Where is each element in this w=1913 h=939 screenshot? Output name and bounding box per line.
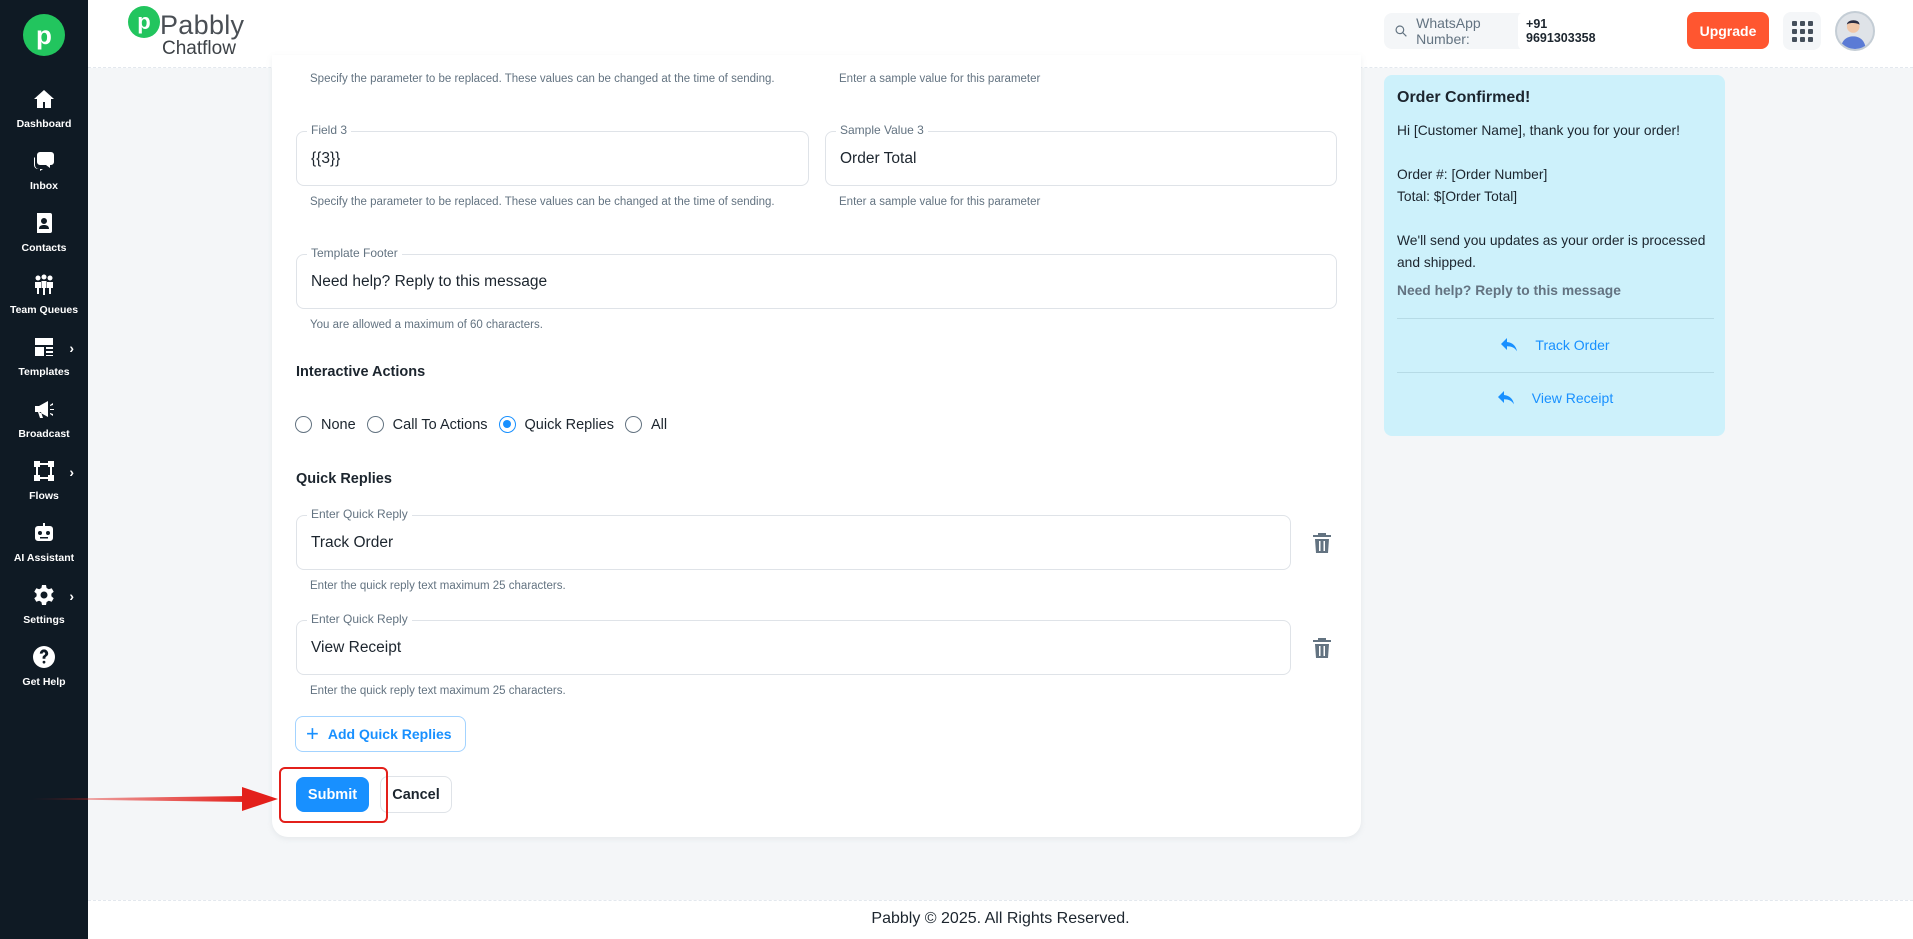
sidebar-item-label: Get Help: [22, 676, 66, 688]
sidebar-item-label: AI Assistant: [13, 552, 75, 564]
chevron-right-icon: ›: [69, 464, 74, 480]
reply-icon: [1501, 338, 1518, 352]
apps-grid-icon[interactable]: [1783, 12, 1821, 50]
sample2-helper: Enter a sample value for this parameter: [839, 73, 1041, 85]
submit-highlight-box: [279, 767, 388, 823]
sidebar-item-broadcast[interactable]: Broadcast: [0, 392, 88, 454]
sample3-helper: Enter a sample value for this parameter: [839, 196, 1041, 208]
message-preview: Order Confirmed! Hi [Customer Name], tha…: [1384, 75, 1725, 436]
brand-logo[interactable]: p Pabbly Chatflow: [128, 6, 268, 59]
field3-label: Field 3: [307, 123, 352, 137]
gear-icon: [31, 582, 57, 608]
footer-label: Template Footer: [307, 246, 402, 260]
sidebar-item-dashboard[interactable]: Dashboard: [0, 82, 88, 144]
sidebar-item-label: Templates: [18, 366, 70, 378]
templates-icon: [31, 334, 57, 360]
sidebar-item-settings[interactable]: Settings ›: [0, 578, 88, 640]
cancel-button[interactable]: Cancel: [380, 776, 452, 813]
radio-all[interactable]: All: [624, 416, 667, 433]
sidebar-item-label: Settings: [23, 614, 65, 626]
quick-reply-helper: Enter the quick reply text maximum 25 ch…: [310, 580, 566, 592]
reply-icon: [1497, 391, 1514, 405]
radio-call-to-actions[interactable]: Call To Actions: [366, 416, 488, 433]
quick-reply-label: Enter Quick Reply: [307, 612, 412, 626]
help-icon: [31, 644, 57, 670]
chat-icon: [31, 148, 57, 174]
interactive-actions-title: Interactive Actions: [296, 364, 426, 380]
sidebar-item-ai-assistant[interactable]: AI Assistant: [0, 516, 88, 578]
whatsapp-number-value: +91 9691303358: [1518, 12, 1608, 50]
quick-reply-value: View Receipt: [311, 639, 402, 656]
quick-reply-label: Enter Quick Reply: [307, 507, 412, 521]
avatar[interactable]: [1835, 11, 1875, 51]
add-quick-replies-label: Add Quick Replies: [327, 726, 452, 742]
whatsapp-number-selector[interactable]: WhatsApp Number: +91 9691303358: [1384, 12, 1608, 50]
sample3-label: Sample Value 3: [836, 123, 928, 137]
annotation-arrow-icon: [32, 787, 278, 811]
page-footer: Pabbly © 2025. All Rights Reserved.: [88, 900, 1913, 939]
sidebar-item-get-help[interactable]: Get Help: [0, 640, 88, 702]
sidebar-item-label: Flows: [29, 490, 59, 502]
plus-icon: +: [306, 721, 319, 746]
megaphone-icon: [31, 396, 57, 422]
preview-title: Order Confirmed!: [1397, 89, 1531, 106]
sample3-value: Order Total: [840, 150, 917, 167]
search-icon: [1395, 25, 1407, 37]
template-form-card: Specify the parameter to be replaced. Th…: [272, 55, 1361, 837]
field3-input[interactable]: Field 3 {{3}}: [296, 123, 809, 186]
chevron-right-icon: ›: [69, 588, 74, 604]
preview-button-track-order[interactable]: Track Order: [1397, 333, 1714, 357]
brand-name: Pabbly: [160, 10, 245, 40]
trash-icon[interactable]: [1312, 532, 1334, 554]
team-icon: [31, 272, 57, 298]
sidebar-item-inbox[interactable]: Inbox: [0, 144, 88, 206]
flows-icon: [31, 458, 57, 484]
brand-p-icon: p: [128, 6, 160, 38]
footer-value: Need help? Reply to this message: [311, 273, 548, 290]
sample-value3-input[interactable]: Sample Value 3 Order Total: [825, 123, 1337, 186]
preview-divider: [1397, 372, 1714, 373]
contacts-icon: [31, 210, 57, 236]
footer-helper: You are allowed a maximum of 60 characte…: [310, 319, 543, 331]
sidebar-item-label: Dashboard: [16, 118, 72, 130]
sidebar-item-flows[interactable]: Flows ›: [0, 454, 88, 516]
home-icon: [31, 86, 57, 112]
sidebar-item-label: Contacts: [21, 242, 67, 254]
trash-icon[interactable]: [1312, 637, 1334, 659]
preview-footer: Need help? Reply to this message: [1397, 283, 1621, 298]
quick-replies-title: Quick Replies: [296, 471, 392, 487]
add-quick-replies-button[interactable]: + Add Quick Replies: [295, 716, 466, 752]
pabbly-logo[interactable]: p: [23, 14, 65, 56]
field2-helper: Specify the parameter to be replaced. Th…: [310, 73, 775, 85]
quick-reply-input-1[interactable]: Enter Quick Reply Track Order: [296, 507, 1291, 570]
radio-quick-replies[interactable]: Quick Replies: [498, 416, 614, 433]
sidebar-item-label: Team Queues: [9, 304, 79, 316]
sidebar-item-contacts[interactable]: Contacts: [0, 206, 88, 268]
preview-body: Hi [Customer Name], thank you for your o…: [1397, 123, 1706, 270]
chevron-right-icon: ›: [69, 340, 74, 356]
field3-helper: Specify the parameter to be replaced. Th…: [310, 196, 775, 208]
interactive-actions-radio-group: None Call To Actions Quick Replies All: [295, 416, 678, 433]
preview-divider: [1397, 318, 1714, 319]
sidebar-item-templates[interactable]: Templates ›: [0, 330, 88, 392]
sidebar-item-label: Inbox: [30, 180, 58, 192]
robot-icon: [31, 520, 57, 546]
sidebar-item-team-queues[interactable]: Team Queues: [0, 268, 88, 330]
brand-subname: Chatflow: [162, 38, 236, 59]
template-footer-input[interactable]: Template Footer Need help? Reply to this…: [296, 246, 1337, 309]
quick-reply-helper: Enter the quick reply text maximum 25 ch…: [310, 685, 566, 697]
copyright-text: Pabbly © 2025. All Rights Reserved.: [871, 910, 1130, 927]
field3-value: {{3}}: [311, 150, 341, 167]
whatsapp-number-label: WhatsApp Number:: [1416, 15, 1481, 47]
radio-none[interactable]: None: [295, 416, 356, 433]
preview-button-view-receipt[interactable]: View Receipt: [1397, 386, 1714, 410]
quick-reply-input-2[interactable]: Enter Quick Reply View Receipt: [296, 612, 1291, 675]
upgrade-button[interactable]: Upgrade: [1687, 12, 1769, 49]
quick-reply-value: Track Order: [311, 534, 394, 551]
sidebar-item-label: Broadcast: [18, 428, 70, 440]
